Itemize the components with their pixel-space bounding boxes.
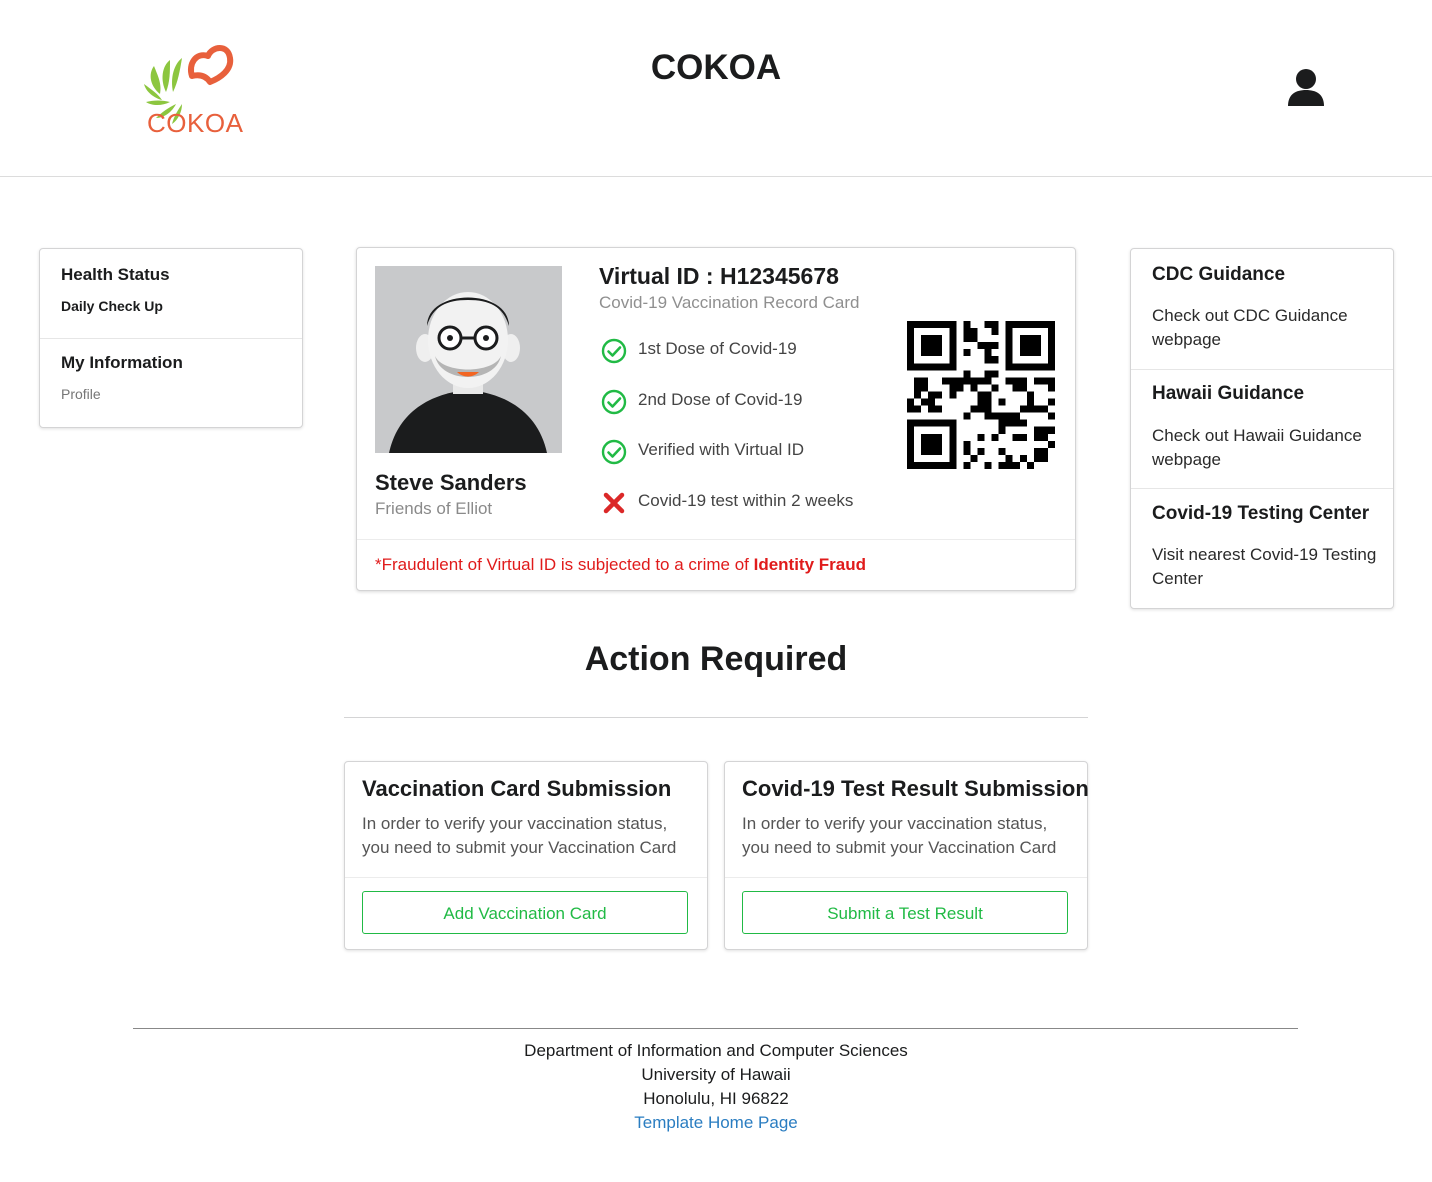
fraud-warning-text: *Fraudulent of Virtual ID is subjected t… [375, 555, 754, 574]
user-icon[interactable] [1286, 68, 1326, 108]
guidance-panel: CDC Guidance Check out CDC Guidance webp… [1130, 248, 1394, 609]
template-home-link[interactable]: Template Home Page [634, 1113, 797, 1132]
status-label: Verified with Virtual ID [638, 440, 804, 459]
logo-text: COKOA [147, 108, 244, 138]
submission-description: In order to verify your vaccination stat… [742, 814, 1057, 857]
sidebar-item-my-information[interactable]: My Information Profile [40, 339, 302, 427]
sidebar-item-label: Health Status [61, 265, 170, 284]
add-vaccination-card-button[interactable]: Add Vaccination Card [362, 891, 688, 934]
footer-link-row: Template Home Page [0, 1113, 1432, 1133]
status-label: 2nd Dose of Covid-19 [638, 390, 803, 409]
guidance-divider [1131, 488, 1393, 489]
check-circle-icon [601, 439, 627, 465]
footer-department: Department of Information and Computer S… [524, 1041, 908, 1060]
card-divider [725, 877, 1087, 878]
action-required-heading: Action Required [584, 640, 848, 678]
avatar-illustration-icon [375, 266, 562, 453]
sidebar-subitem-daily-check-up[interactable]: Daily Check Up [61, 298, 163, 314]
submission-description: In order to verify your vaccination stat… [362, 814, 677, 857]
guidance-link[interactable]: Check out CDC Guidance webpage [1152, 304, 1382, 352]
top-navbar: COKOA COKOA [0, 0, 1432, 177]
person-name: Steve Sanders [375, 470, 527, 495]
test-result-submission: Covid-19 Test Result Submission In order… [724, 761, 1089, 950]
person-group: Friends of Elliot [375, 499, 493, 518]
submission-title: Vaccination Card Submission [362, 776, 672, 801]
submit-test-result-button[interactable]: Submit a Test Result [742, 891, 1068, 934]
avatar [375, 266, 562, 453]
card-divider [357, 539, 1075, 540]
sidebar-menu: Health Status Daily Check Up My Informat… [39, 248, 303, 428]
virtual-id-card: Steve Sanders Friends of Elliot Virtual … [356, 247, 1076, 591]
guidance-link[interactable]: Visit nearest Covid-19 Testing Center [1152, 543, 1382, 591]
sidebar-subitem-profile[interactable]: Profile [61, 386, 101, 402]
fraud-warning-emphasis: Identity Fraud [753, 555, 866, 574]
check-circle-icon [601, 389, 627, 415]
footer-university: University of Hawaii [641, 1065, 791, 1084]
qr-code-icon [907, 321, 1055, 469]
guidance-link[interactable]: Check out Hawaii Guidance webpage [1152, 424, 1382, 472]
guidance-title: CDC Guidance [1152, 264, 1286, 285]
x-mark-icon [603, 492, 625, 514]
guidance-title: Covid-19 Testing Center [1152, 503, 1370, 524]
app-title: COKOA [650, 48, 782, 87]
sidebar-item-label: My Information [61, 353, 183, 372]
guidance-divider [1131, 369, 1393, 370]
virtual-id: Virtual ID : H12345678 [599, 263, 839, 289]
footer-divider [133, 1028, 1298, 1029]
fraud-warning: *Fraudulent of Virtual ID is subjected t… [375, 555, 866, 575]
vaccination-card-submission: Vaccination Card Submission In order to … [344, 761, 708, 950]
section-divider [344, 717, 1088, 718]
sidebar-item-health-status[interactable]: Health Status Daily Check Up [40, 249, 302, 338]
guidance-title: Hawaii Guidance [1152, 383, 1305, 404]
record-card-label: Covid-19 Vaccination Record Card [599, 293, 860, 312]
status-label: 1st Dose of Covid-19 [638, 339, 797, 358]
status-label: Covid-19 test within 2 weeks [638, 491, 854, 510]
check-circle-icon [601, 338, 627, 364]
card-divider [345, 877, 707, 878]
footer-address: Honolulu, HI 96822 [643, 1089, 789, 1108]
submission-title: Covid-19 Test Result Submission [742, 776, 1089, 801]
